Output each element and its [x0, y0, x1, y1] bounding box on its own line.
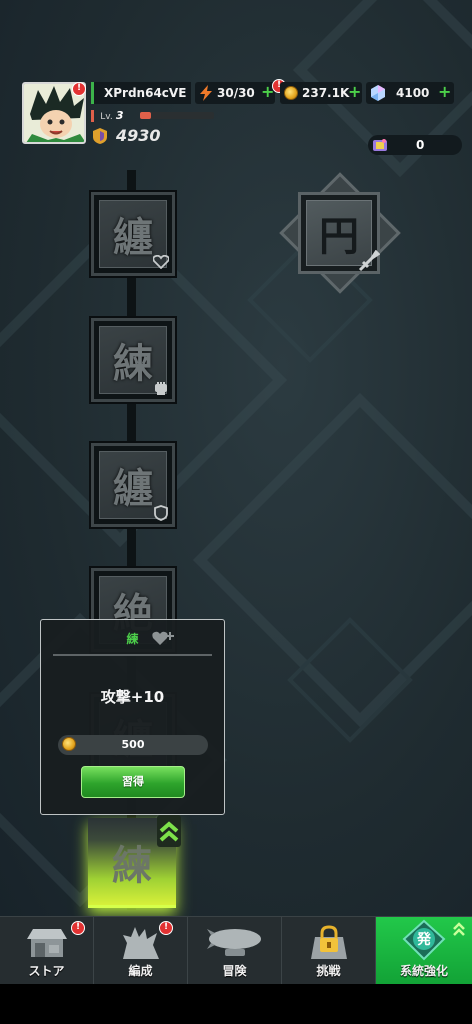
level-value: 3 [115, 109, 124, 122]
nav-label: 冒険 [222, 964, 247, 978]
store-alert-badge: ! [71, 921, 85, 935]
avatar-alert-badge: ! [72, 82, 86, 96]
heart-plus-icon [152, 630, 174, 650]
power-value: 4930 [116, 126, 161, 145]
coin-value: 237.1K [302, 86, 350, 100]
nav-label: 編成 [128, 964, 153, 978]
nav-store[interactable]: ストア ! [0, 917, 94, 985]
power-icon [93, 128, 107, 148]
sword-icon [358, 249, 381, 276]
cost-value: 500 [121, 738, 145, 751]
lightning-icon [199, 85, 213, 108]
add-stamina-icon[interactable]: + [261, 84, 274, 100]
popup-divider [53, 654, 212, 656]
lock-icon [305, 925, 353, 963]
exp-fill [140, 112, 152, 119]
nav-label: ストア [28, 964, 65, 978]
popup-title: 練 [126, 632, 139, 646]
nav-system-upgrade[interactable]: 発 系統強化 [376, 917, 472, 985]
nen-icon: 発 [400, 919, 448, 967]
add-gem-icon[interactable]: + [438, 84, 451, 100]
upgrade-chevron-small-icon [452, 921, 466, 941]
skill-effect-text: 攻撃+10 [100, 688, 165, 706]
skill-node-3[interactable]: 纏 [89, 441, 177, 529]
coin-counter[interactable]: 237.1K + [280, 82, 362, 104]
level-label: Lv. [100, 112, 113, 122]
stamina-counter[interactable]: 30/30 + [195, 82, 275, 104]
shield-icon [150, 502, 172, 524]
nen-glyph: 発 [416, 931, 432, 948]
bottom-nav: ストア ! 編成 ! 冒険 挑戦 発 系統強化 [0, 916, 472, 985]
nav-challenge[interactable]: 挑戦 [282, 917, 376, 985]
system-bar [0, 984, 472, 1024]
gem-value: 4100 [396, 86, 430, 100]
nav-label: 挑戦 [316, 964, 341, 978]
add-coin-icon[interactable]: + [348, 84, 361, 100]
skill-node-2[interactable]: 練 [89, 316, 177, 404]
player-name: XPrdn64cVE [91, 82, 191, 104]
ticket-counter[interactable]: 0 [368, 135, 462, 155]
coin-icon [284, 86, 298, 100]
gem-icon [370, 85, 386, 108]
learn-button[interactable]: 習得 [81, 766, 185, 798]
team-icon [117, 925, 165, 963]
nav-formation[interactable]: 編成 ! [94, 917, 188, 985]
airship-icon [206, 925, 263, 963]
formation-alert-badge: ! [159, 921, 173, 935]
upgrade-chevron-icon [157, 815, 181, 847]
fist-icon [150, 377, 172, 399]
skill-node-1[interactable]: 纏 [89, 190, 177, 278]
heart-icon [150, 251, 172, 273]
nav-adventure[interactable]: 冒険 [188, 917, 282, 985]
cost-bar: 500 [58, 735, 208, 755]
special-skill-node[interactable]: 円 [279, 172, 401, 294]
store-icon [23, 925, 71, 963]
skill-detail-popup: 練 攻撃+10 500 習得 [40, 619, 225, 815]
level-row: Lv. 3 [91, 109, 124, 123]
stamina-value: 30/30 [217, 86, 255, 100]
coin-icon [62, 737, 76, 751]
ticket-value: 0 [416, 138, 425, 152]
ticket-icon [372, 137, 388, 159]
gem-counter[interactable]: 4100 + [366, 82, 454, 104]
exp-bar [140, 112, 214, 119]
